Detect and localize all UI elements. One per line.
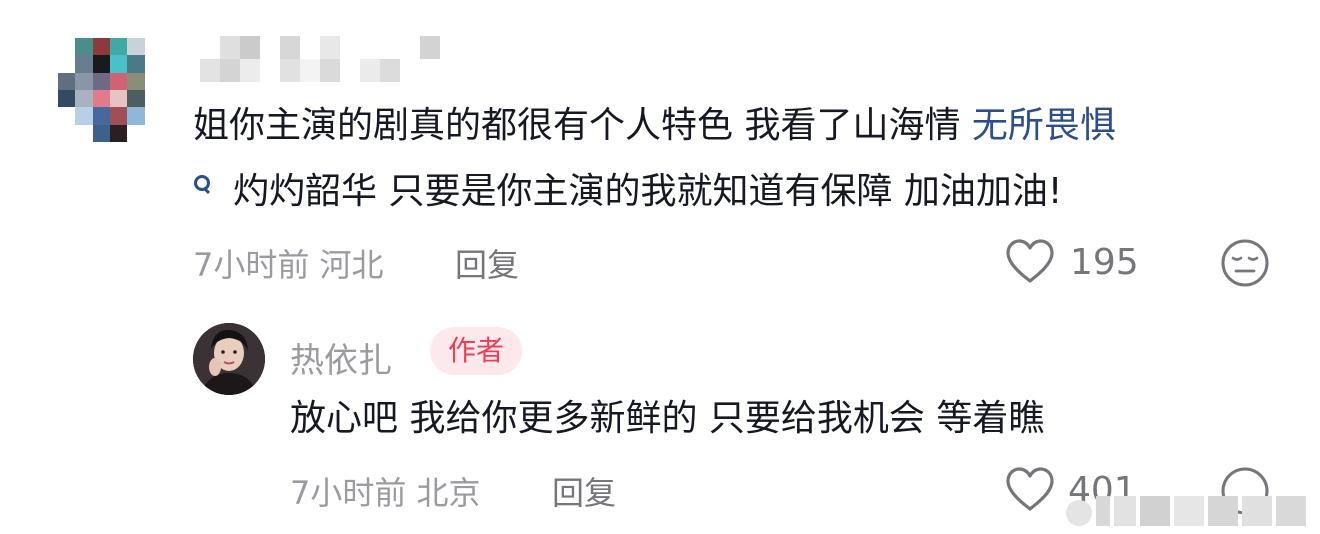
face-emoji-icon[interactable] [1220, 238, 1270, 288]
commenter-name-blurred[interactable] [200, 36, 440, 82]
comment-text-line-1: 姐你主演的剧真的都很有个人特色 我看了山海情 无所畏惧 [193, 104, 1116, 148]
comment-text-line-2: 灼灼韶华 只要是你主演的我就知道有保障 加油加油! [193, 170, 1062, 214]
comment-text: 姐你主演的剧真的都很有个人特色 我看了山海情 [193, 105, 972, 146]
watermark [1066, 496, 1306, 526]
search-icon[interactable] [193, 174, 211, 192]
author-badge: 作者 [430, 327, 523, 375]
heart-icon[interactable] [1004, 466, 1056, 512]
author-avatar[interactable] [193, 323, 265, 395]
commenter-avatar[interactable] [58, 38, 162, 142]
comment-like-count: 195 [1070, 242, 1139, 283]
comment-time-location: 7小时前 河北 [193, 246, 384, 284]
author-name[interactable]: 热依扎 [290, 333, 392, 382]
hashtag-link[interactable]: 无所畏惧 [972, 105, 1116, 146]
reply-text: 放心吧 我给你更多新鲜的 只要给我机会 等着瞧 [290, 398, 1045, 439]
comment-text-continued: 灼灼韶华 只要是你主演的我就知道有保障 加油加油! [233, 171, 1063, 212]
comment-reply-button[interactable]: 回复 [455, 240, 519, 286]
reply-reply-button[interactable]: 回复 [552, 468, 616, 514]
heart-icon[interactable] [1004, 238, 1056, 284]
reply-time-location: 7小时前 北京 [290, 474, 481, 512]
